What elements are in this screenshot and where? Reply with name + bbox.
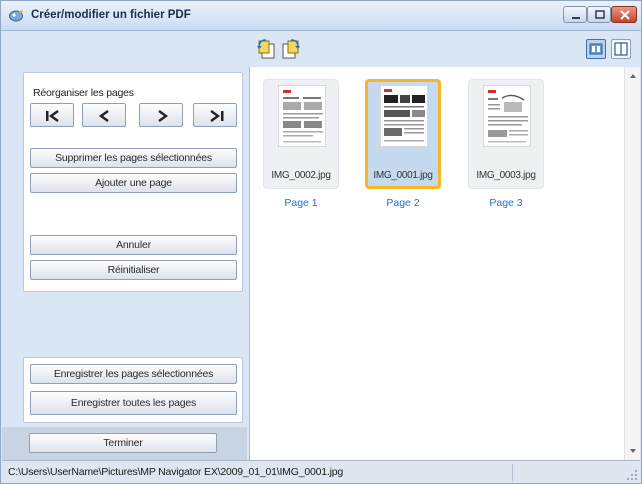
- toolbar: [2, 32, 640, 67]
- maximize-icon: [595, 10, 605, 19]
- vertical-scrollbar[interactable]: [624, 67, 640, 460]
- file-path: C:\Users\UserName\Pictures\MP Navigator …: [8, 466, 344, 478]
- first-page-icon: [46, 110, 59, 122]
- first-page-button[interactable]: [30, 103, 74, 127]
- page-thumbnail-3[interactable]: IMG_0003.jpg: [468, 79, 544, 189]
- page-view-button[interactable]: [611, 39, 631, 59]
- finish-button[interactable]: Terminer: [29, 433, 217, 453]
- pdf-editor-window: Créer/modifier un fichier PDF Réorganise…: [0, 0, 642, 484]
- thumbnail-area: IMG_0002.jpg Page 1 IMG_0001.jpg Page 2: [249, 67, 640, 460]
- page-preview-image: [380, 85, 428, 147]
- scroll-down-icon[interactable]: [629, 447, 637, 455]
- undo-button[interactable]: Annuler: [30, 235, 237, 255]
- last-page-button[interactable]: [193, 103, 237, 127]
- save-panel: Enregistrer les pages sélectionnées Enre…: [23, 357, 243, 423]
- page-thumbnail-2[interactable]: IMG_0001.jpg: [365, 79, 441, 189]
- minimize-button[interactable]: [563, 6, 587, 23]
- status-bar: C:\Users\UserName\Pictures\MP Navigator …: [2, 460, 640, 483]
- title-bar: Créer/modifier un fichier PDF: [1, 1, 641, 31]
- reorder-label: Réorganiser les pages: [33, 87, 134, 99]
- page-label-3: Page 3: [489, 197, 523, 209]
- page-thumbnail-1[interactable]: IMG_0002.jpg: [263, 79, 339, 189]
- page-preview-image: [483, 85, 531, 147]
- thumbnail-view-button[interactable]: [586, 39, 606, 59]
- finish-strip: Terminer: [2, 427, 247, 460]
- resize-grip-icon[interactable]: [626, 469, 638, 481]
- status-divider: [512, 464, 513, 481]
- previous-page-button[interactable]: [82, 103, 126, 127]
- page-filename: IMG_0003.jpg: [476, 170, 536, 181]
- window-title: Créer/modifier un fichier PDF: [31, 9, 191, 21]
- document-preview: [384, 89, 425, 142]
- document-preview: [283, 90, 323, 143]
- maximize-button[interactable]: [587, 6, 611, 23]
- document-preview: [488, 90, 528, 143]
- left-panel: Réorganiser les pages Supprimer les page…: [2, 67, 247, 460]
- app-icon: [9, 10, 23, 22]
- minimize-icon: [572, 17, 580, 19]
- page-label-2: Page 2: [386, 197, 420, 209]
- delete-selected-pages-button[interactable]: Supprimer les pages sélectionnées: [30, 148, 237, 168]
- close-icon: [620, 10, 630, 20]
- thumbnail-view-icon: [589, 43, 603, 55]
- page-filename: IMG_0001.jpg: [373, 170, 433, 181]
- save-all-pages-button[interactable]: Enregistrer toutes les pages: [30, 391, 237, 415]
- next-page-button[interactable]: [139, 103, 183, 127]
- save-selected-pages-button[interactable]: Enregistrer les pages sélectionnées: [30, 364, 237, 384]
- reorder-panel: Réorganiser les pages Supprimer les page…: [23, 72, 243, 292]
- page-filename: IMG_0002.jpg: [271, 170, 331, 181]
- last-page-icon: [210, 110, 224, 122]
- chevron-left-icon: [98, 110, 109, 122]
- close-button[interactable]: [611, 6, 637, 23]
- scroll-up-icon[interactable]: [629, 72, 637, 80]
- page-preview-image: [278, 85, 326, 147]
- add-page-button[interactable]: Ajouter une page: [30, 173, 237, 193]
- chevron-right-icon: [158, 110, 169, 122]
- rotate-right-icon[interactable]: [279, 38, 301, 60]
- page-label-1: Page 1: [284, 197, 318, 209]
- rotate-left-icon[interactable]: [256, 38, 278, 60]
- page-view-icon: [614, 42, 628, 56]
- reset-button[interactable]: Réinitialiser: [30, 260, 237, 280]
